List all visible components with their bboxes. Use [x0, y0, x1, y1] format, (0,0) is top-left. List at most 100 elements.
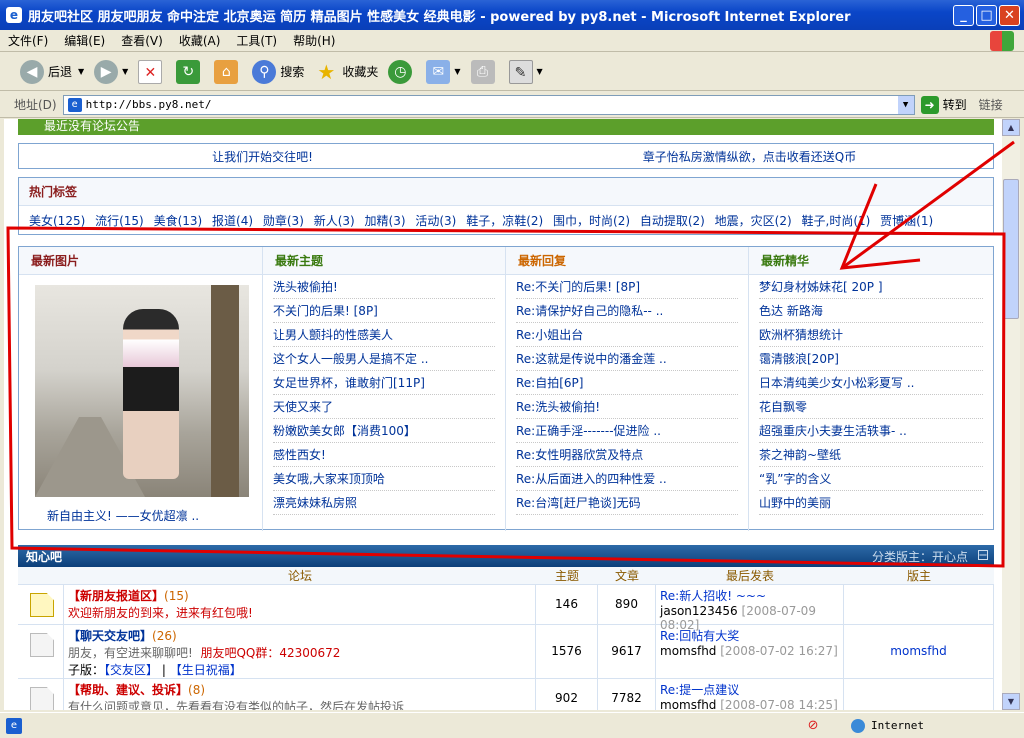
edit-button[interactable]: ✎ ▼: [508, 59, 543, 84]
category-moderator[interactable]: 分类版主：开心点: [872, 548, 968, 565]
digest-link[interactable]: 山野中的美丽: [759, 491, 983, 515]
forum-moderator[interactable]: momsfhd: [844, 625, 994, 678]
refresh-button[interactable]: ↻: [176, 59, 204, 84]
mail-dropdown-icon[interactable]: ▼: [454, 67, 460, 76]
reply-link[interactable]: Re:从后面进入的四种性爱 ..: [516, 467, 738, 491]
print-button[interactable]: ⎙: [470, 59, 499, 84]
last-post-user[interactable]: momsfhd: [660, 644, 716, 658]
digest-link[interactable]: “乳”字的含义: [759, 467, 983, 491]
topic-link[interactable]: 感性西女!: [273, 443, 495, 467]
scroll-thumb[interactable]: [1003, 179, 1019, 319]
tag-link[interactable]: 加精(3): [365, 214, 406, 228]
menu-file[interactable]: 文件(F): [0, 32, 56, 49]
reply-link[interactable]: Re:请保护好自己的隐私-- ..: [516, 299, 738, 323]
tag-link[interactable]: 美食(13): [154, 214, 203, 228]
reply-link[interactable]: Re:不关门的后果! [8P]: [516, 275, 738, 299]
subforum-link[interactable]: 【交友区】: [104, 663, 158, 677]
privacy-icon[interactable]: ⊘: [805, 718, 821, 734]
menu-help[interactable]: 帮助(H): [285, 32, 343, 49]
banner-right-link[interactable]: 章子怡私房激情纵欲，点击收看还送Q币: [506, 148, 993, 165]
last-post-link[interactable]: Re:回帖有大奖: [660, 627, 839, 644]
digest-link[interactable]: 日本清纯美少女小松彩夏写 ..: [759, 371, 983, 395]
topic-link[interactable]: 女足世界杯，谁敢射门[11P]: [273, 371, 495, 395]
stop-button[interactable]: ✕: [138, 59, 166, 84]
menu-favorites[interactable]: 收藏(A): [171, 32, 229, 49]
tag-link[interactable]: 新人(3): [314, 214, 355, 228]
menu-tools[interactable]: 工具(T): [228, 32, 285, 49]
topic-link[interactable]: 这个女人一般男人是搞不定 ..: [273, 347, 495, 371]
forum-description: 有什么问题或意见，先看看有没有类似的帖子，然后在发帖投诉: [68, 700, 405, 710]
topic-link[interactable]: 天使又来了: [273, 395, 495, 419]
last-post-user[interactable]: jason123456: [660, 604, 738, 618]
latest-photo-caption[interactable]: 新自由主义! ——女优超凛 ..: [47, 507, 262, 524]
topic-link[interactable]: 美女哦,大家来顶顶哈: [273, 467, 495, 491]
subforum-link[interactable]: 【生日祝福】: [170, 663, 242, 677]
latest-photo-image[interactable]: [35, 285, 249, 497]
menu-view[interactable]: 查看(V): [113, 32, 171, 49]
tag-link[interactable]: 贾博涵(1): [880, 214, 933, 228]
tag-link[interactable]: 围巾，时尚(2): [553, 214, 630, 228]
topic-link[interactable]: 粉嫩欧美女郎【消费100】: [273, 419, 495, 443]
reply-link[interactable]: Re:洗头被偷拍!: [516, 395, 738, 419]
home-button[interactable]: ⌂: [214, 59, 242, 84]
reply-link[interactable]: Re:自拍[6P]: [516, 371, 738, 395]
last-post-user[interactable]: momsfhd: [660, 698, 716, 710]
digest-link[interactable]: 梦幻身材姊妹花[ 20P ]: [759, 275, 983, 299]
mail-button[interactable]: ✉ ▼: [426, 59, 461, 84]
forum-name-link[interactable]: 【新朋友报道区】: [68, 589, 164, 603]
digest-link[interactable]: 霭清骸浪[20P]: [759, 347, 983, 371]
reply-link[interactable]: Re:正确手淫-------促进险 ..: [516, 419, 738, 443]
reply-link[interactable]: Re:小姐出台: [516, 323, 738, 347]
tag-link[interactable]: 自动提取(2): [640, 214, 705, 228]
digest-link[interactable]: 花自飘零: [759, 395, 983, 419]
forum-moderator[interactable]: [844, 679, 994, 710]
tag-link[interactable]: 地震，灾区(2): [715, 214, 792, 228]
favorites-button[interactable]: ★ 收藏夹: [314, 60, 378, 84]
reply-link[interactable]: Re:台湾[赶尸艳谈]无码: [516, 491, 738, 515]
tag-link[interactable]: 活动(3): [415, 214, 456, 228]
tag-link[interactable]: 鞋子,时尚(1): [802, 214, 871, 228]
forum-category-header[interactable]: 知心吧 分类版主：开心点 —: [18, 545, 994, 567]
minimize-button[interactable]: _: [953, 5, 974, 26]
topic-link[interactable]: 洗头被偷拍!: [273, 275, 495, 299]
last-post-link[interactable]: Re:新人招收! ~~~: [660, 587, 839, 604]
scroll-down-icon[interactable]: ▼: [1002, 693, 1020, 710]
forward-dropdown-icon[interactable]: ▼: [122, 67, 128, 76]
back-dropdown-icon[interactable]: ▼: [78, 67, 84, 76]
reply-link[interactable]: Re:这就是传说中的潘金莲 ..: [516, 347, 738, 371]
scroll-up-icon[interactable]: ▲: [1002, 119, 1020, 136]
banner-left-link[interactable]: 让我们开始交往吧!: [19, 148, 506, 165]
tag-link[interactable]: 流行(15): [95, 214, 144, 228]
digest-link[interactable]: 超强重庆小夫妻生活轶事- ..: [759, 419, 983, 443]
forum-moderator[interactable]: [844, 585, 994, 624]
stop-icon: ✕: [138, 59, 163, 84]
vertical-scrollbar[interactable]: ▲ ▼: [1002, 119, 1020, 710]
digest-link[interactable]: 欧洲杯猜想统计: [759, 323, 983, 347]
tag-link[interactable]: 报道(4): [212, 214, 253, 228]
topic-link[interactable]: 让男人颤抖的性感美人: [273, 323, 495, 347]
go-button[interactable]: ➜ 转到: [920, 95, 967, 114]
menu-edit[interactable]: 编辑(E): [56, 32, 113, 49]
collapse-icon[interactable]: —: [978, 550, 988, 560]
forward-button[interactable]: ▶ ▼: [94, 59, 128, 84]
forum-name-link[interactable]: 【帮助、建议、投诉】: [68, 683, 188, 697]
tag-link[interactable]: 勋章(3): [263, 214, 304, 228]
address-dropdown-icon[interactable]: ▼: [897, 95, 914, 114]
maximize-button[interactable]: □: [976, 5, 997, 26]
topic-link[interactable]: 漂亮妹妹私房照: [273, 491, 495, 515]
back-button[interactable]: ◀ 后退 ▼: [20, 59, 84, 84]
digest-link[interactable]: 色达 新路海: [759, 299, 983, 323]
forum-name-link[interactable]: 【聊天交友吧】: [68, 629, 152, 643]
history-button[interactable]: ◷: [388, 59, 416, 84]
close-button[interactable]: ✕: [999, 5, 1020, 26]
search-button[interactable]: ⚲ 搜索: [252, 59, 304, 84]
tag-link[interactable]: 美女(125): [29, 214, 85, 228]
links-button[interactable]: 链接: [979, 96, 1003, 113]
topic-link[interactable]: 不关门的后果! [8P]: [273, 299, 495, 323]
reply-link[interactable]: Re:女性明器欣赏及特点: [516, 443, 738, 467]
tag-link[interactable]: 鞋子，凉鞋(2): [466, 214, 543, 228]
address-input[interactable]: e http://bbs.py8.net/ ▼: [62, 94, 915, 115]
last-post-link[interactable]: Re:提一点建议: [660, 681, 839, 698]
digest-link[interactable]: 茶之神韵~壁纸: [759, 443, 983, 467]
edit-dropdown-icon[interactable]: ▼: [537, 67, 543, 76]
